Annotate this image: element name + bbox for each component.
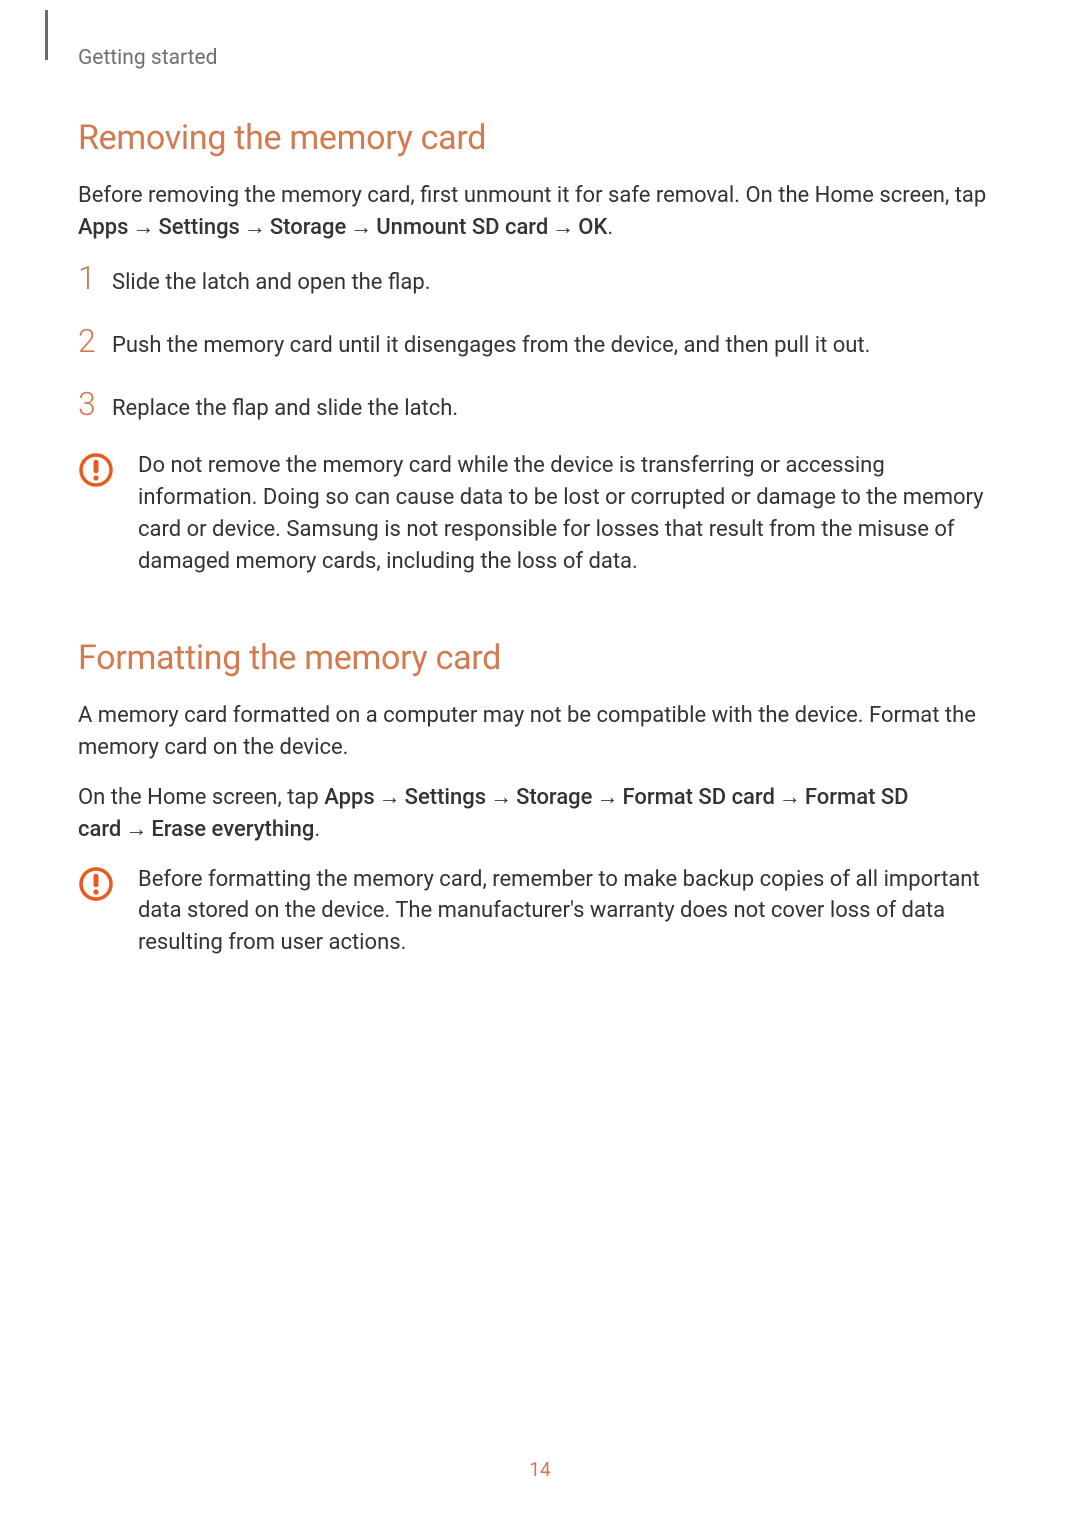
step-number: 2: [78, 325, 112, 357]
warning-icon: [78, 866, 114, 902]
nav-storage: Storage: [516, 785, 592, 810]
arrow-icon: →: [486, 785, 516, 810]
nav-unmount: Unmount SD card: [376, 215, 548, 240]
warning-icon-wrap: [78, 864, 138, 906]
warning-icon: [78, 452, 114, 488]
list-item: 1 Slide the latch and open the flap.: [78, 262, 1002, 299]
list-item: 3 Replace the flap and slide the latch.: [78, 388, 1002, 425]
format-para1: A memory card formatted on a computer ma…: [78, 700, 1002, 764]
warning-icon-wrap: [78, 450, 138, 492]
step-text: Slide the latch and open the flap.: [112, 267, 431, 299]
breadcrumb: Getting started: [78, 46, 1002, 70]
intro-post-text: .: [607, 215, 613, 240]
para2-pre: On the Home screen, tap: [78, 785, 324, 810]
nav-apps: Apps: [324, 785, 374, 810]
heading-formatting: Formatting the memory card: [78, 638, 1002, 678]
page-number: 14: [0, 1458, 1080, 1481]
arrow-icon: →: [592, 785, 622, 810]
para2-post: .: [314, 817, 320, 842]
list-item: 2 Push the memory card until it disengag…: [78, 325, 1002, 362]
warning-callout: Do not remove the memory card while the …: [78, 450, 1002, 578]
step-text: Replace the flap and slide the latch.: [112, 393, 458, 425]
arrow-icon: →: [121, 817, 151, 842]
arrow-icon: →: [548, 215, 578, 240]
breadcrumb-mark: [45, 10, 48, 60]
intro-paragraph: Before removing the memory card, first u…: [78, 180, 1002, 244]
arrow-icon: →: [128, 215, 158, 240]
section-gap: [78, 618, 1002, 638]
nav-ok: OK: [578, 215, 607, 240]
heading-removing: Removing the memory card: [78, 118, 1002, 158]
arrow-icon: →: [240, 215, 270, 240]
arrow-icon: →: [346, 215, 376, 240]
document-page: Getting started Removing the memory card…: [0, 0, 1080, 1527]
warning-callout: Before formatting the memory card, remem…: [78, 864, 1002, 960]
step-number: 3: [78, 388, 112, 420]
steps-list: 1 Slide the latch and open the flap. 2 P…: [78, 262, 1002, 425]
step-text: Push the memory card until it disengages…: [112, 330, 870, 362]
nav-erase: Erase everything: [151, 817, 314, 842]
nav-settings: Settings: [405, 785, 486, 810]
arrow-icon: →: [775, 785, 805, 810]
warning-text: Before formatting the memory card, remem…: [138, 864, 1002, 960]
intro-pre-text: Before removing the memory card, first u…: [78, 183, 986, 208]
warning-text: Do not remove the memory card while the …: [138, 450, 1002, 578]
nav-storage: Storage: [270, 215, 346, 240]
nav-settings: Settings: [158, 215, 239, 240]
format-para2: On the Home screen, tap Apps→Settings→St…: [78, 782, 1002, 846]
nav-apps: Apps: [78, 215, 128, 240]
step-number: 1: [78, 262, 112, 294]
nav-path: Apps→Settings→Storage→Unmount SD card→OK: [78, 215, 607, 240]
breadcrumb-block: Getting started: [78, 46, 1002, 70]
nav-format-sd: Format SD card: [622, 785, 774, 810]
arrow-icon: →: [375, 785, 405, 810]
